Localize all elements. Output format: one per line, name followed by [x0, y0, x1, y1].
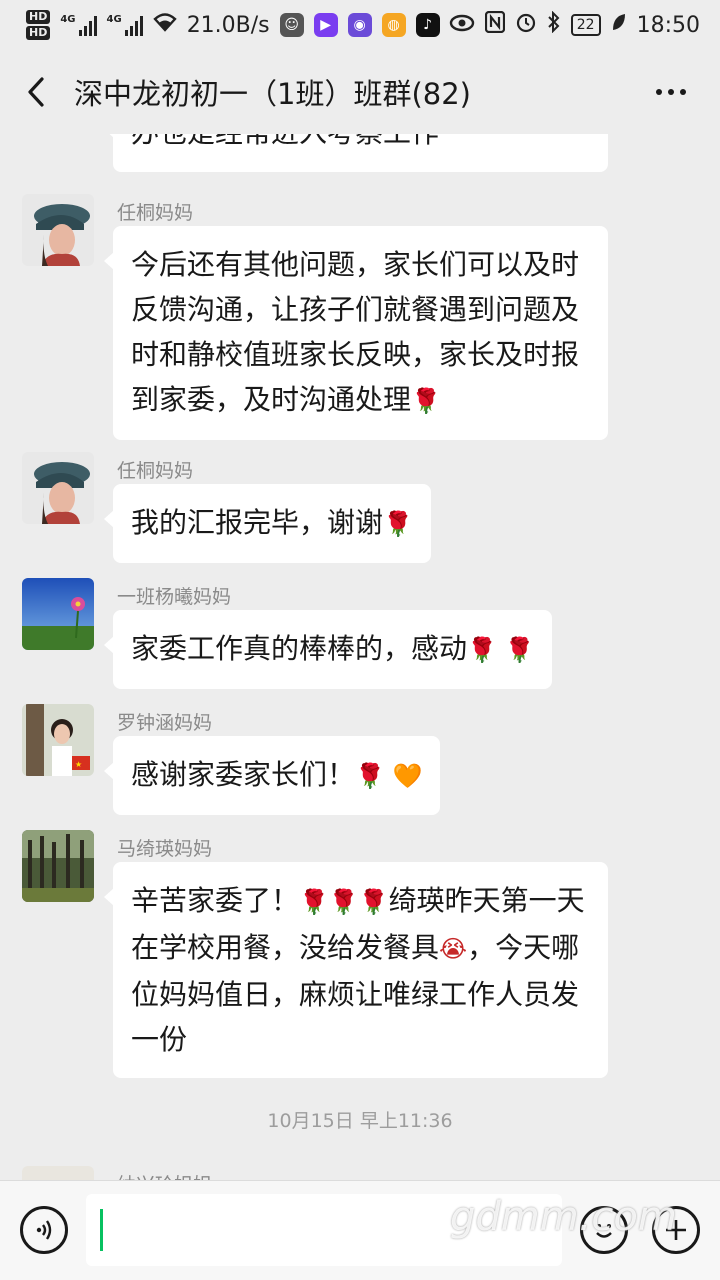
back-icon[interactable] [20, 72, 52, 112]
rose-emoji: 🌹 🌹 [467, 636, 535, 664]
message-text: 我的汇报完毕，谢谢 [131, 506, 384, 539]
avatar[interactable] [22, 578, 94, 650]
message-item: 任桐妈妈 今后还有其他问题，家长们可以及时反馈沟通，让孩子们就餐遇到问题及时和静… [0, 194, 720, 440]
rose-emoji: 🌹🌹🌹 [299, 888, 389, 916]
qq-icon: ☺ [279, 13, 304, 37]
message-bubble[interactable]: 我的汇报完毕，谢谢🌹 [104, 484, 431, 563]
message-list[interactable]: 办也是经常进入考察工作 任桐妈妈 今后还有其他问题，家长们可以及时反馈沟通，让孩… [0, 134, 720, 1180]
clock-time: 18:50 [636, 12, 700, 38]
message-bubble[interactable]: 办也是经常进入考察工作 [104, 134, 608, 172]
hd-badge-2: HD [26, 26, 51, 40]
avatar[interactable] [22, 452, 94, 524]
message-item: 办也是经常进入考察工作 [0, 134, 720, 174]
voice-input-icon[interactable] [20, 1206, 68, 1254]
message-item: ★ 罗钟涵妈妈 感谢家委家长们！🌹 🧡 [0, 704, 720, 815]
emoji: 🌹 🧡 [355, 762, 423, 790]
status-bar: HD HD 4G 4G 21.0B/s ☺ ▶ ◉ ◍ ♪ 22 18:50 [0, 0, 720, 50]
browser-app-icon: ◉ [347, 13, 372, 37]
eye-icon [449, 13, 475, 38]
sender-name: 马绮瑛妈妈 [117, 838, 213, 860]
video-app-icon: ▶ [313, 13, 338, 37]
message-bubble[interactable]: 今后还有其他问题，家长们可以及时反馈沟通，让孩子们就餐遇到问题及时和静校值班家长… [104, 226, 608, 440]
message-timestamp: 10月15日 早上11:36 [267, 1110, 453, 1132]
signal-icon-2: 4G [107, 14, 143, 36]
avatar[interactable] [22, 1166, 94, 1180]
message-text: 家委工作真的棒棒的，感动 [131, 632, 468, 665]
sender-name: 任桐妈妈 [117, 202, 194, 224]
hd-indicators: HD HD [26, 10, 51, 40]
svg-text:★: ★ [75, 760, 82, 769]
tiktok-icon: ♪ [415, 13, 440, 37]
avatar[interactable] [22, 194, 94, 266]
avatar[interactable] [22, 830, 94, 902]
rose-emoji: 🌹 [411, 387, 441, 415]
crying-emoji: 😭 [439, 935, 468, 963]
message-item: 马绮瑛妈妈 辛苦家委了！🌹🌹🌹绮瑛昨天第一天在学校用餐，没给发餐具😭，今天哪位妈… [0, 830, 720, 1080]
message-text: 办也是经常进入考察工作 [131, 134, 439, 149]
message-bubble[interactable]: 感谢家委家长们！🌹 🧡 [103, 736, 441, 815]
watermark: gdmm.com [450, 1194, 677, 1240]
group-title: 深中龙初初一（1班）班群(82) [74, 77, 471, 111]
nfc-icon [484, 10, 505, 39]
message-text: 感谢家委家长们！ [131, 758, 356, 791]
message-item: 任桐妈妈 我的汇报完毕，谢谢🌹 [0, 452, 720, 563]
weibo-icon: ◍ [381, 13, 406, 37]
leaf-icon [611, 12, 627, 38]
avatar[interactable]: ★ [22, 704, 94, 776]
more-options-icon[interactable] [642, 79, 700, 105]
text-cursor [100, 1209, 103, 1251]
network-speed: 21.0B/s [186, 12, 270, 38]
sender-name: 纳兴玲姐姐 [117, 1170, 212, 1180]
wifi-icon [152, 12, 177, 38]
battery-icon: 22 [570, 14, 601, 36]
status-left: HD HD 4G 4G 21.0B/s ☺ ▶ ◉ ◍ ♪ [26, 10, 440, 40]
message-bubble[interactable]: 家委工作真的棒棒的，感动🌹 🌹 [103, 610, 553, 689]
message-text: 今后还有其他问题，家长们可以及时反馈沟通，让孩子们就餐遇到问题及时和静校值班家长… [131, 248, 580, 416]
bluetooth-icon [547, 10, 561, 39]
sender-name: 任桐妈妈 [117, 460, 194, 482]
message-item: 纳兴玲姐姐 [0, 1166, 720, 1180]
sender-name: 一班杨曦妈妈 [117, 586, 232, 608]
sender-name: 罗钟涵妈妈 [117, 712, 213, 734]
message-item: 一班杨曦妈妈 家委工作真的棒棒的，感动🌹 🌹 [0, 578, 720, 689]
alarm-icon [515, 11, 537, 39]
message-text: 辛苦家委了！ [131, 884, 300, 917]
message-bubble[interactable]: 辛苦家委了！🌹🌹🌹绮瑛昨天第一天在学校用餐，没给发餐具😭，今天哪位妈妈值日，麻烦… [104, 862, 608, 1078]
status-right: 22 18:50 [449, 10, 700, 39]
hd-badge-1: HD [26, 10, 51, 24]
rose-emoji: 🌹 [383, 510, 413, 538]
chat-header: 深中龙初初一（1班）班群(82) [0, 50, 720, 134]
signal-icon-1: 4G [60, 14, 97, 36]
